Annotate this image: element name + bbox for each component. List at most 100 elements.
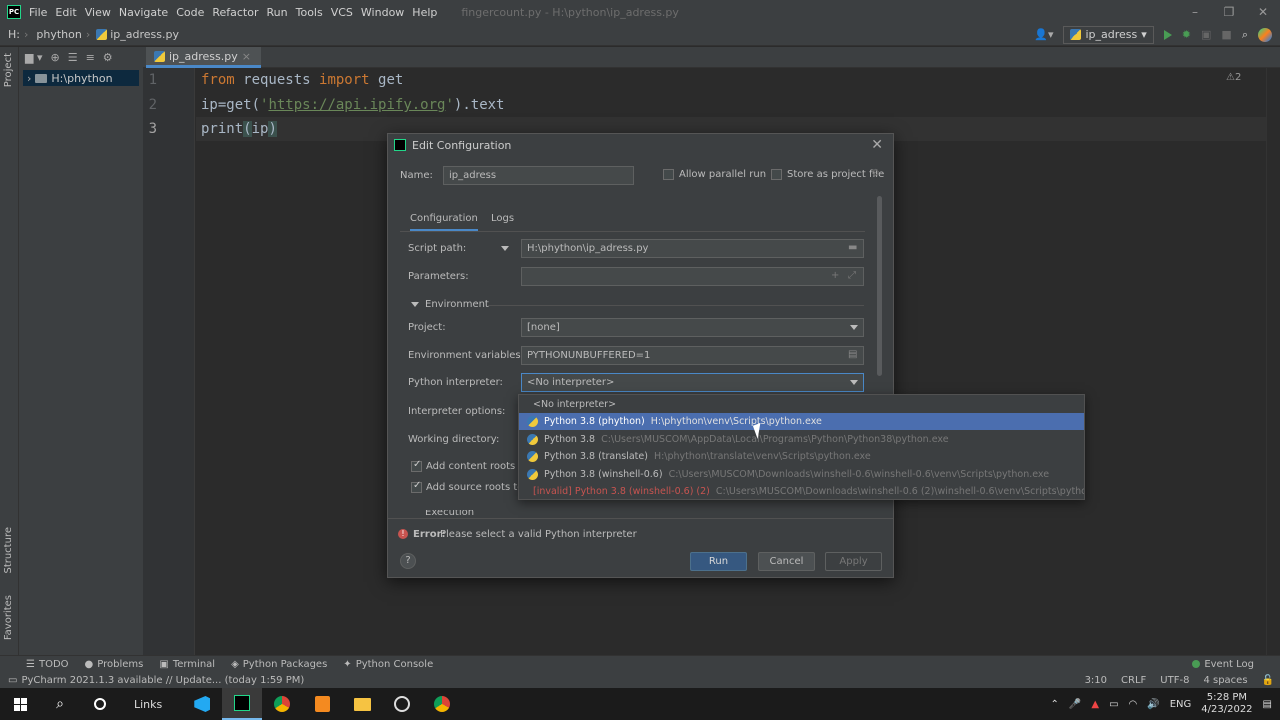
run-button[interactable]: Run: [690, 552, 747, 571]
expand-icon[interactable]: ⤢: [848, 270, 856, 281]
collapse-all-icon[interactable]: ≡: [86, 51, 95, 64]
wifi-icon[interactable]: ◠: [1129, 699, 1138, 710]
run-config-selector[interactable]: ip_adress ▾: [1063, 25, 1154, 44]
user-icon[interactable]: 👤▾: [1034, 28, 1053, 41]
sublime-icon[interactable]: [302, 688, 342, 720]
debug-icon[interactable]: ✹: [1182, 28, 1191, 41]
microphone-icon[interactable]: 🎤: [1069, 699, 1081, 710]
add-icon[interactable]: +: [831, 270, 839, 281]
add-source-roots-checkbox[interactable]: [411, 480, 422, 493]
battery-icon[interactable]: ▭: [1109, 699, 1118, 710]
cancel-button[interactable]: Cancel: [758, 552, 815, 571]
interpreter-option[interactable]: Python 3.8 C:\Users\MUSCOM\AppData\Local…: [519, 431, 1084, 448]
cortana-icon[interactable]: [80, 688, 120, 720]
chevron-up-icon[interactable]: ⌃: [1051, 699, 1059, 710]
windows-start-icon[interactable]: [0, 688, 40, 720]
menu-file[interactable]: File: [27, 6, 53, 19]
interpreter-option-invalid[interactable]: [invalid] Python 3.8 (winshell-0.6) (2) …: [519, 483, 1084, 500]
parameters-field[interactable]: [521, 267, 864, 286]
breadcrumb-drive[interactable]: H:: [0, 28, 24, 41]
name-field[interactable]: ip_adress: [443, 166, 634, 185]
coverage-icon[interactable]: ▣: [1201, 28, 1211, 41]
menu-code[interactable]: Code: [174, 6, 210, 19]
python-console-tool-button[interactable]: ✦ Python Console: [343, 659, 433, 670]
folder-icon[interactable]: ▬: [848, 242, 857, 253]
add-content-roots-checkbox[interactable]: [411, 459, 422, 472]
chevron-right-icon[interactable]: ›: [27, 72, 31, 85]
menu-view[interactable]: View: [83, 6, 117, 19]
apply-button[interactable]: Apply: [825, 552, 882, 571]
menu-tools[interactable]: Tools: [294, 6, 329, 19]
antivirus-icon[interactable]: ▲: [1091, 699, 1099, 710]
close-window-icon[interactable]: ✕: [1246, 5, 1280, 19]
close-icon[interactable]: ✕: [871, 137, 883, 153]
expand-all-icon[interactable]: ☰: [68, 51, 78, 64]
store-as-project-file-checkbox[interactable]: [771, 169, 782, 180]
run-icon[interactable]: [1163, 29, 1172, 40]
language-indicator[interactable]: ENG: [1170, 699, 1192, 710]
project-view-dropdown-icon[interactable]: ▆ ▾: [25, 51, 42, 64]
menu-refactor[interactable]: Refactor: [210, 6, 264, 19]
line-separator[interactable]: CRLF: [1121, 675, 1146, 686]
interpreter-option[interactable]: Python 3.8 (translate) H:\phython\transl…: [519, 448, 1084, 465]
locate-icon[interactable]: ⊕: [50, 51, 59, 64]
terminal-tool-button[interactable]: ▣ Terminal: [159, 659, 215, 670]
interpreter-option[interactable]: <No interpreter>: [519, 396, 1084, 413]
todo-tool-button[interactable]: ☰ TODO: [26, 659, 69, 670]
tab-logs[interactable]: Logs: [491, 213, 514, 224]
links-toolbar[interactable]: Links: [134, 698, 162, 711]
chrome-icon[interactable]: [262, 688, 302, 720]
interpreter-option[interactable]: Python 3.8 (phython) H:\phython\venv\Scr…: [519, 413, 1084, 430]
help-button[interactable]: ?: [400, 553, 416, 569]
interpreter-option[interactable]: Python 3.8 (winshell-0.6) C:\Users\MUSCO…: [519, 466, 1084, 483]
search-icon[interactable]: ⌕: [1242, 28, 1248, 42]
gear-icon[interactable]: ⚙: [103, 51, 113, 64]
dialog-scrollbar[interactable]: [877, 196, 882, 376]
close-tab-icon[interactable]: ×: [242, 50, 251, 63]
file-explorer-icon[interactable]: [342, 688, 382, 720]
chevron-down-icon[interactable]: [501, 246, 509, 251]
obs-icon[interactable]: [382, 688, 422, 720]
pycharm-icon[interactable]: [222, 688, 263, 720]
project-select[interactable]: [none]: [521, 318, 864, 337]
breadcrumb-file[interactable]: ip_adress.py: [107, 28, 183, 41]
menu-edit[interactable]: Edit: [53, 6, 82, 19]
project-tool-button[interactable]: Project: [3, 53, 14, 87]
jetbrains-icon[interactable]: [1258, 27, 1272, 42]
warnings-indicator[interactable]: ⚠2: [1226, 72, 1241, 83]
menu-vcs[interactable]: VCS: [329, 6, 359, 19]
favorites-tool-button[interactable]: Favorites: [3, 595, 14, 640]
edit-env-icon[interactable]: ▤: [848, 349, 857, 360]
minimize-icon[interactable]: –: [1178, 5, 1212, 19]
vscode-icon[interactable]: [182, 688, 222, 720]
allow-parallel-run-checkbox[interactable]: [663, 169, 674, 180]
menu-run[interactable]: Run: [265, 6, 294, 19]
script-path-field[interactable]: H:\phython\ip_adress.py: [521, 239, 864, 258]
env-vars-field[interactable]: PYTHONUNBUFFERED=1: [521, 346, 864, 365]
file-encoding[interactable]: UTF-8: [1160, 675, 1189, 686]
editor-scrollbar[interactable]: [1266, 68, 1280, 655]
chrome-icon[interactable]: [422, 688, 462, 720]
tab-ip-adress[interactable]: ip_adress.py ×: [146, 47, 261, 68]
lock-icon[interactable]: 🔓: [1262, 675, 1274, 686]
problems-tool-button[interactable]: ● Problems: [85, 659, 144, 670]
python-packages-tool-button[interactable]: ◈ Python Packages: [231, 659, 327, 670]
breadcrumb-folder[interactable]: phython: [28, 28, 85, 41]
event-log-tool-button[interactable]: Event Log: [1192, 659, 1280, 670]
maximize-icon[interactable]: ❐: [1212, 5, 1246, 19]
tab-configuration[interactable]: Configuration: [410, 213, 478, 232]
menu-window[interactable]: Window: [359, 6, 410, 19]
status-message[interactable]: PyCharm 2021.1.3 available // Update... …: [21, 675, 304, 686]
chevron-down-icon[interactable]: [411, 302, 419, 307]
tree-item-root[interactable]: › H:\phython: [23, 70, 139, 86]
clock[interactable]: 5:28 PM 4/23/2022: [1201, 692, 1252, 716]
caret-position[interactable]: 3:10: [1085, 675, 1107, 686]
structure-tool-button[interactable]: Structure: [3, 527, 14, 574]
notification-icon[interactable]: ▤: [1263, 699, 1272, 710]
stop-icon[interactable]: ■: [1221, 28, 1231, 41]
volume-icon[interactable]: 🔊: [1147, 699, 1159, 710]
menu-help[interactable]: Help: [410, 6, 443, 19]
interpreter-select[interactable]: <No interpreter>: [521, 373, 864, 392]
indent-setting[interactable]: 4 spaces: [1203, 675, 1247, 686]
gear-icon[interactable]: ⚙: [871, 168, 880, 179]
